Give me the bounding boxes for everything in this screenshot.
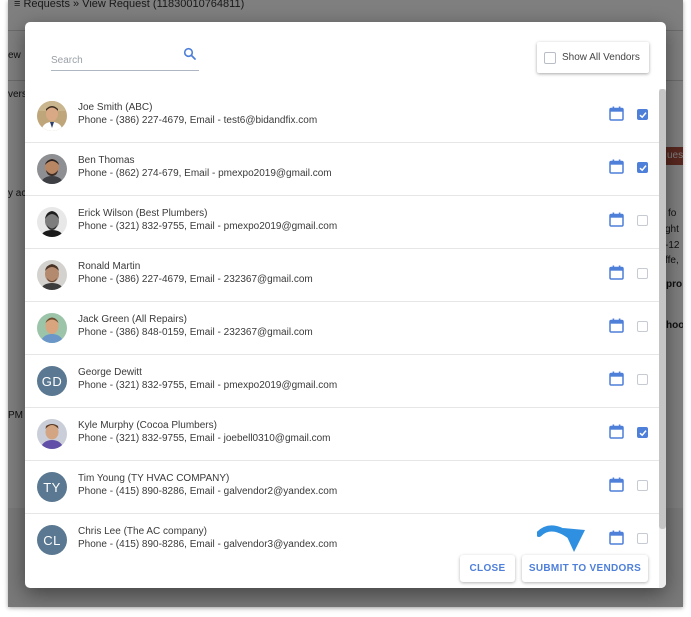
vendor-name: George Dewitt <box>78 367 142 378</box>
vendor-row[interactable]: Ronald Martin Phone - (386) 227-4679, Em… <box>25 248 659 302</box>
avatar-initials: GD <box>37 366 67 396</box>
vendor-contact: Phone - (862) 274-679, Email - pmexpo201… <box>78 168 332 179</box>
search-field <box>51 47 199 71</box>
vendor-contact: Phone - (321) 832-9755, Email - pmexpo20… <box>78 221 338 232</box>
checkmark-icon <box>639 112 647 119</box>
scrollbar-thumb[interactable] <box>659 89 666 529</box>
close-button[interactable]: CLOSE <box>460 555 515 582</box>
vendor-row[interactable]: Joe Smith (ABC) Phone - (386) 227-4679, … <box>25 89 659 143</box>
avatar <box>37 101 67 131</box>
vendor-list-scrollbar[interactable] <box>659 89 666 588</box>
vendor-select-checkbox[interactable] <box>637 480 648 491</box>
calendar-icon[interactable] <box>609 424 624 439</box>
vendor-contact: Phone - (386) 227-4679, Email - 232367@g… <box>78 274 313 285</box>
vendor-row[interactable]: Kyle Murphy (Cocoa Plumbers) Phone - (32… <box>25 407 659 461</box>
avatar <box>37 260 67 290</box>
vendor-select-checkbox[interactable] <box>637 215 648 226</box>
search-input[interactable] <box>51 52 176 68</box>
vendor-select-checkbox[interactable] <box>637 533 648 544</box>
calendar-icon[interactable] <box>609 106 624 121</box>
vendor-contact: Phone - (321) 832-9755, Email - pmexpo20… <box>78 380 338 391</box>
calendar-icon[interactable] <box>609 530 624 545</box>
vendor-select-checkbox[interactable] <box>637 268 648 279</box>
avatar <box>37 154 67 184</box>
avatar-initials: CL <box>37 525 67 555</box>
vendor-row[interactable]: Ben Thomas Phone - (862) 274-679, Email … <box>25 142 659 196</box>
avatar-initials: TY <box>37 472 67 502</box>
avatar <box>37 313 67 343</box>
search-icon[interactable] <box>183 47 197 61</box>
vendor-row[interactable]: Erick Wilson (Best Plumbers) Phone - (32… <box>25 195 659 249</box>
vendor-row[interactable]: GD George Dewitt Phone - (321) 832-9755,… <box>25 354 659 408</box>
pointer-arrow-icon <box>537 525 585 552</box>
vendor-select-dialog: Show All Vendors Joe Smith (ABC) Phone -… <box>25 22 666 588</box>
vendor-contact: Phone - (415) 890-8286, Email - galvendo… <box>78 486 338 497</box>
show-all-vendors-label: Show All Vendors <box>562 52 640 63</box>
calendar-icon[interactable] <box>609 159 624 174</box>
checkmark-icon <box>639 430 647 437</box>
vendor-row[interactable]: TY Tim Young (TY HVAC COMPANY) Phone - (… <box>25 460 659 514</box>
calendar-icon[interactable] <box>609 212 624 227</box>
vendor-contact: Phone - (415) 890-8286, Email - galvendo… <box>78 539 338 550</box>
vendor-list: Joe Smith (ABC) Phone - (386) 227-4679, … <box>25 89 666 588</box>
show-all-vendors-checkbox[interactable] <box>544 51 556 64</box>
vendor-contact: Phone - (321) 832-9755, Email - joebell0… <box>78 433 331 444</box>
calendar-icon[interactable] <box>609 318 624 333</box>
vendor-name: Kyle Murphy (Cocoa Plumbers) <box>78 420 217 431</box>
vendor-name: Ronald Martin <box>78 261 141 272</box>
vendor-select-checkbox[interactable] <box>637 162 648 173</box>
vendor-row[interactable]: Jack Green (All Repairs) Phone - (386) 8… <box>25 301 659 355</box>
vendor-name: Joe Smith (ABC) <box>78 102 153 113</box>
avatar <box>37 419 67 449</box>
vendor-select-checkbox[interactable] <box>637 109 648 120</box>
calendar-icon[interactable] <box>609 371 624 386</box>
vendor-select-checkbox[interactable] <box>637 374 648 385</box>
vendor-name: Jack Green (All Repairs) <box>78 314 187 325</box>
vendor-name: Tim Young (TY HVAC COMPANY) <box>78 473 230 484</box>
calendar-icon[interactable] <box>609 265 624 280</box>
show-all-vendors-toggle[interactable]: Show All Vendors <box>537 42 649 73</box>
vendor-select-checkbox[interactable] <box>637 321 648 332</box>
vendor-contact: Phone - (386) 227-4679, Email - test6@bi… <box>78 115 318 126</box>
avatar <box>37 207 67 237</box>
vendor-select-checkbox[interactable] <box>637 427 648 438</box>
vendor-name: Chris Lee (The AC company) <box>78 526 207 537</box>
vendor-name: Erick Wilson (Best Plumbers) <box>78 208 208 219</box>
submit-to-vendors-button[interactable]: SUBMIT TO VENDORS <box>522 555 648 582</box>
vendor-contact: Phone - (386) 848-0159, Email - 232367@g… <box>78 327 313 338</box>
calendar-icon[interactable] <box>609 477 624 492</box>
checkmark-icon <box>639 165 647 172</box>
vendor-name: Ben Thomas <box>78 155 135 166</box>
